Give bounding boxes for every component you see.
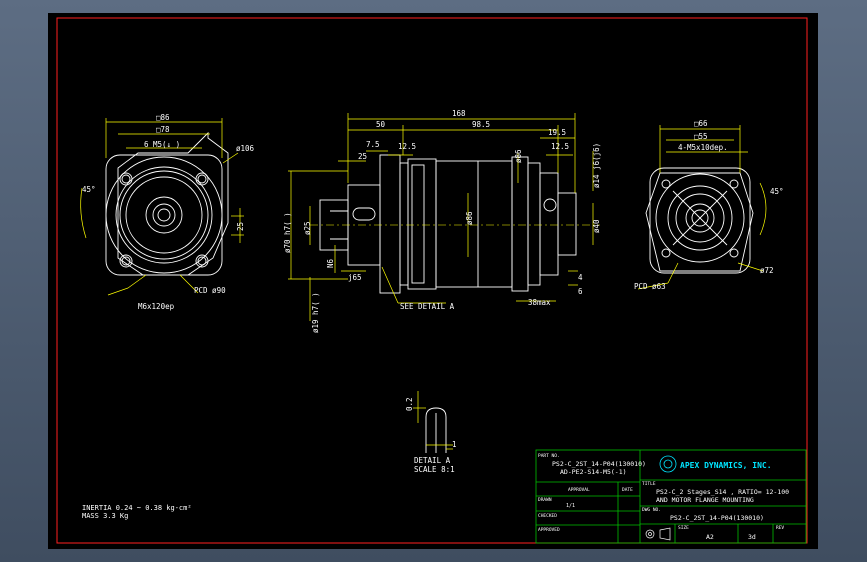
- dim-125a: 12.5: [398, 142, 416, 151]
- drawing-sheet: □86 □78 6 M5(↓ ) ø106 45° 25 PCD ø90 M6x…: [48, 13, 818, 549]
- dim-50: 50: [376, 120, 386, 129]
- dim-pcd63: PCD ø63: [634, 282, 666, 291]
- dim-o86: ø86: [465, 211, 474, 225]
- dim-o14: ø14 j6(j6): [592, 143, 601, 188]
- dim-m6: M6x120ep: [138, 302, 175, 311]
- dim-o40: ø40: [592, 219, 601, 233]
- detail-a-view: [425, 407, 447, 453]
- tb-approval: APPROVAL: [568, 487, 590, 493]
- dim-195: 19.5: [548, 128, 566, 137]
- tb-sheet: 3d: [748, 533, 756, 541]
- tb-dwg-no: PS2-C_2ST_14-P04(130010): [670, 514, 764, 522]
- dim-sq55: □55: [694, 132, 708, 141]
- tb-drawn: DRAWN: [538, 497, 552, 503]
- dim-pcd90: PCD ø90: [194, 286, 226, 295]
- dim-sq78: □78: [156, 125, 170, 134]
- dim-4: 4: [578, 273, 583, 282]
- dim-1: 1: [452, 440, 457, 449]
- dim-m5: 4-M5x10dep.: [678, 143, 728, 152]
- dim-25-center: 25: [358, 152, 367, 161]
- dim-45-left: 45°: [82, 185, 96, 194]
- dim-sq86: □86: [156, 113, 170, 122]
- tb-part-no-1: PS2-C_2ST_14-P04(130010): [552, 460, 646, 468]
- dim-100: ø86: [514, 149, 523, 163]
- detail-a-dims: [413, 391, 453, 450]
- cad-canvas: □86 □78 6 M5(↓ ) ø106 45° 25 PCD ø90 M6x…: [0, 0, 867, 562]
- detail-scale: SCALE 8:1: [414, 465, 455, 474]
- dim-75: 7.5: [366, 140, 380, 149]
- right-end-view: [645, 167, 754, 274]
- dim-o19: ø19 h7( ): [311, 292, 320, 333]
- dim-45-right: 45°: [770, 187, 784, 196]
- note-inertia: INERTIA 0.24 ~ 0.38 kg-cm²: [82, 504, 192, 512]
- tb-title-2: AND MOTOR FLANGE MOUNTING: [656, 496, 754, 504]
- dim-6: 6: [578, 287, 583, 296]
- dim-o25: ø25: [303, 221, 312, 235]
- dim-sq66: □66: [694, 119, 708, 128]
- left-end-view: [105, 131, 229, 276]
- dim-tap: 6 M5(↓ ): [144, 140, 180, 149]
- detail-title: DETAIL A: [414, 456, 451, 465]
- tb-size-label: SIZE: [678, 525, 689, 531]
- dim-168: 168: [452, 109, 466, 118]
- tb-title-1: PS2-C_2 Stages_S14 , RATIO= 12-100: [656, 488, 789, 496]
- dim-n6: N6: [326, 258, 335, 268]
- projection-symbol: [645, 527, 671, 541]
- tb-title-label: TITLE: [642, 481, 656, 487]
- dim-o106: ø106: [236, 144, 255, 153]
- tb-drawn-val: 1/1: [566, 503, 575, 509]
- tb-date: DATE: [622, 487, 633, 493]
- dim-985: 98.5: [472, 120, 490, 129]
- tb-part-no-2: AD-PE2-S14-M5(-1): [560, 468, 627, 476]
- dim-j65: j65: [348, 273, 362, 282]
- tb-dwg-no-label: DWG NO.: [642, 507, 661, 513]
- dim-125b: 12.5: [551, 142, 569, 151]
- tb-checked: CHECKED: [538, 513, 557, 519]
- tb-part-no-label: PART NO.: [538, 453, 560, 459]
- see-detail-a: SEE DETAIL A: [400, 302, 455, 311]
- note-mass: MASS 3.3 Kg: [82, 512, 128, 520]
- dim-o70: ø70 h7( ): [283, 212, 292, 253]
- tb-approved: APPROVED: [538, 527, 560, 533]
- tb-rev-label: REV: [776, 525, 784, 531]
- tb-company: APEX DYNAMICS, INC.: [680, 461, 772, 470]
- dim-38max: 38max: [528, 298, 551, 307]
- dim-o72: ø72: [760, 266, 774, 275]
- tb-size: A2: [706, 533, 714, 541]
- center-view-dims: [288, 113, 594, 321]
- dim-02: 0.2: [405, 397, 414, 411]
- dim-25-left: 25: [236, 222, 245, 231]
- drawing-svg: □86 □78 6 M5(↓ ) ø106 45° 25 PCD ø90 M6x…: [56, 17, 808, 544]
